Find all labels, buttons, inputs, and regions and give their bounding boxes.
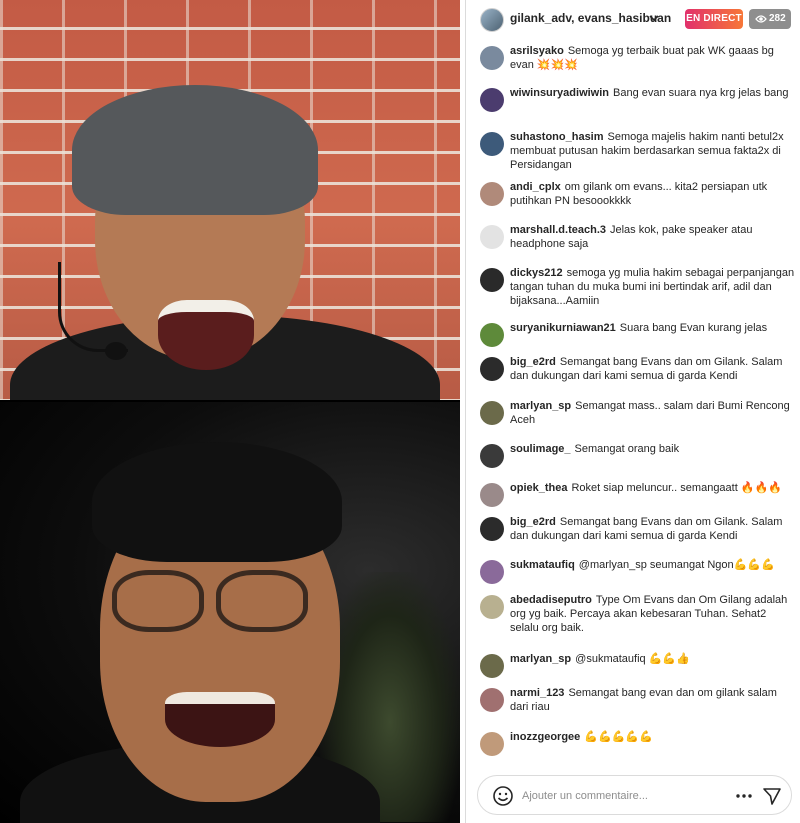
guest-glasses-left (112, 570, 204, 632)
comment-body: marlyan_sp Semangat mass.. salam dari Bum… (510, 399, 798, 427)
commenter-avatar[interactable] (480, 268, 504, 292)
commenter-avatar[interactable] (480, 88, 504, 112)
commenter-username[interactable]: soulimage_ (510, 443, 571, 455)
commenter-username[interactable]: wiwinsuryadiwiwin (510, 87, 609, 99)
host-mouth (158, 300, 254, 370)
commenter-avatar[interactable] (480, 483, 504, 507)
commenter-avatar[interactable] (480, 182, 504, 206)
commenter-username[interactable]: suhastono_hasim (510, 131, 604, 143)
commenter-avatar[interactable] (480, 323, 504, 347)
commenter-avatar[interactable] (480, 46, 504, 70)
host-avatar[interactable] (480, 8, 504, 32)
commenter-avatar[interactable] (480, 401, 504, 425)
guest-hair (92, 442, 342, 562)
commenter-username[interactable]: dickys212 (510, 267, 563, 279)
commenter-avatar[interactable] (480, 688, 504, 712)
viewer-count-badge[interactable]: 282 (749, 9, 791, 29)
live-chat-panel: gilank_adv, evans_hasibuan EN DIRECT 282… (465, 0, 800, 823)
comment-text: Bang evan suara nya krg jelas bang (613, 87, 789, 99)
eye-icon (755, 15, 767, 23)
commenter-avatar[interactable] (480, 654, 504, 678)
commenter-username[interactable]: big_e2rd (510, 356, 556, 368)
commenter-avatar[interactable] (480, 357, 504, 381)
comment-body: marshall.d.teach.3 Jelas kok, pake speake… (510, 223, 798, 251)
commenter-avatar[interactable] (480, 225, 504, 249)
commenter-username[interactable]: narmi_123 (510, 687, 564, 699)
headset-mic (105, 342, 127, 360)
commenter-username[interactable]: big_e2rd (510, 516, 556, 528)
comment-body: sukmataufiq @marlyan_sp seumangat Ngon💪💪💪 (510, 558, 798, 572)
comment-body: abedadiseputro Type Om Evans dan Om Gilan… (510, 593, 798, 635)
commenter-username[interactable]: marshall.d.teach.3 (510, 224, 606, 236)
commenter-username[interactable]: abedadiseputro (510, 594, 592, 606)
headset-wire (58, 262, 128, 352)
comment-body: opiek_thea Roket siap meluncur.. semangaa… (510, 481, 798, 495)
commenter-username[interactable]: suryanikurniawan21 (510, 322, 616, 334)
comment-text: Suara bang Evan kurang jelas (619, 322, 768, 334)
comment-body: dickys212 semoga yg mulia hakim sebagai p… (510, 266, 798, 308)
comment-text: Semangat orang baik (574, 443, 680, 455)
comment-list[interactable]: asrilsyako Semoga yg terbaik buat pak WK … (466, 38, 800, 766)
comment-body: big_e2rd Semangat bang Evans dan om Gilan… (510, 355, 798, 383)
comment-body: big_e2rd Semangat bang Evans dan om Gilan… (510, 515, 798, 543)
comment-input[interactable] (522, 786, 722, 806)
comment-composer (477, 775, 792, 815)
video-feed-guest (0, 402, 460, 823)
commenter-avatar[interactable] (480, 517, 504, 541)
commenter-username[interactable]: marlyan_sp (510, 400, 571, 412)
comment-body: narmi_123 Semangat bang evan dan om gilan… (510, 686, 798, 714)
comment-text: @sukmataufiq 💪💪👍 (575, 653, 690, 665)
host-cap (72, 85, 318, 215)
viewer-count: 282 (769, 13, 786, 24)
guest-glasses-right (216, 570, 308, 632)
comment-text: Roket siap meluncur.. semangaatt 🔥🔥🔥 (571, 482, 782, 494)
comment-body: andi_cplx om gilank om evans... kita2 per… (510, 180, 798, 208)
commenter-username[interactable]: marlyan_sp (510, 653, 571, 665)
send-icon[interactable] (762, 786, 782, 806)
comment-text: @marlyan_sp seumangat Ngon💪💪💪 (578, 559, 775, 571)
comment-body: asrilsyako Semoga yg terbaik buat pak WK … (510, 44, 798, 72)
live-title[interactable]: gilank_adv, evans_hasibuan (510, 11, 671, 25)
commenter-username[interactable]: opiek_thea (510, 482, 567, 494)
emoji-icon[interactable] (492, 785, 514, 807)
commenter-username[interactable]: inozzgeorgee (510, 731, 580, 743)
commenter-avatar[interactable] (480, 732, 504, 756)
commenter-username[interactable]: asrilsyako (510, 45, 564, 57)
comment-body: soulimage_ Semangat orang baik (510, 442, 798, 456)
live-badge: EN DIRECT (685, 9, 743, 29)
comment-body: suhastono_hasim Semoga majelis hakim nant… (510, 130, 798, 172)
comment-body: marlyan_sp @sukmataufiq 💪💪👍 (510, 652, 798, 666)
comment-text: 💪💪💪💪💪 (584, 731, 653, 743)
comment-body: suryanikurniawan21 Suara bang Evan kurang… (510, 321, 798, 335)
chevron-down-icon[interactable] (648, 12, 660, 24)
commenter-username[interactable]: andi_cplx (510, 181, 561, 193)
more-options-icon[interactable] (734, 786, 754, 806)
commenter-avatar[interactable] (480, 444, 504, 468)
video-feed-host (0, 0, 460, 402)
commenter-username[interactable]: sukmataufiq (510, 559, 575, 571)
comment-body: inozzgeorgee 💪💪💪💪💪 (510, 730, 798, 744)
commenter-avatar[interactable] (480, 560, 504, 584)
commenter-avatar[interactable] (480, 132, 504, 156)
comment-body: wiwinsuryadiwiwin Bang evan suara nya krg… (510, 86, 798, 100)
guest-mouth (165, 692, 275, 747)
video-area (0, 0, 460, 823)
live-header: gilank_adv, evans_hasibuan EN DIRECT 282 (466, 0, 800, 38)
commenter-avatar[interactable] (480, 595, 504, 619)
